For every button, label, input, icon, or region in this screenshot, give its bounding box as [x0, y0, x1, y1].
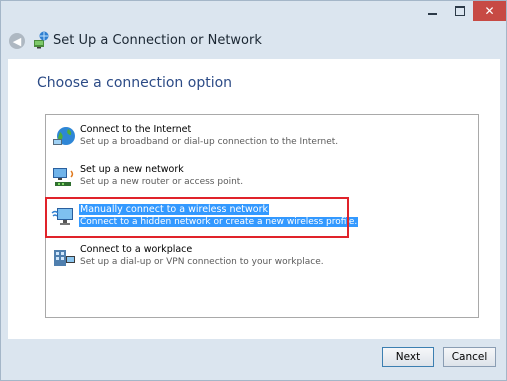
- page-heading: Choose a connection option: [37, 75, 233, 91]
- setup-connection-window: ✕ ◀ Set Up a Connection or Network Choos…: [0, 0, 507, 381]
- cancel-button[interactable]: Cancel: [443, 347, 496, 367]
- wizard-title: Set Up a Connection or Network: [53, 33, 262, 48]
- wizard-header: ◀ Set Up a Connection or Network: [1, 25, 506, 58]
- option-connect-internet[interactable]: Connect to the Internet Set up a broadba…: [46, 121, 478, 155]
- title-bar: ✕: [1, 1, 506, 25]
- router-computer-icon: [53, 168, 74, 186]
- option-title: Set up a new network: [80, 164, 184, 175]
- back-button[interactable]: ◀: [9, 33, 25, 49]
- annotation-highlight-frame: [45, 197, 349, 238]
- option-title: Connect to a workplace: [80, 244, 193, 255]
- option-description: Set up a broadband or dial-up connection…: [80, 137, 339, 147]
- next-button[interactable]: Next: [382, 347, 434, 367]
- option-workplace[interactable]: Connect to a workplace Set up a dial-up …: [46, 241, 478, 275]
- back-arrow-icon: ◀: [12, 34, 22, 48]
- close-icon: ✕: [484, 4, 495, 18]
- option-new-network[interactable]: Set up a new network Set up a new router…: [46, 161, 478, 195]
- option-description: Set up a new router or access point.: [80, 177, 244, 187]
- network-setup-icon: [34, 31, 49, 49]
- globe-network-icon: [53, 127, 75, 145]
- option-description: Set up a dial-up or VPN connection to yo…: [80, 257, 324, 267]
- option-title: Connect to the Internet: [80, 124, 192, 135]
- minimize-button[interactable]: [418, 1, 446, 21]
- workplace-icon: [54, 250, 75, 266]
- maximize-button[interactable]: [446, 1, 473, 21]
- close-button[interactable]: ✕: [473, 1, 506, 21]
